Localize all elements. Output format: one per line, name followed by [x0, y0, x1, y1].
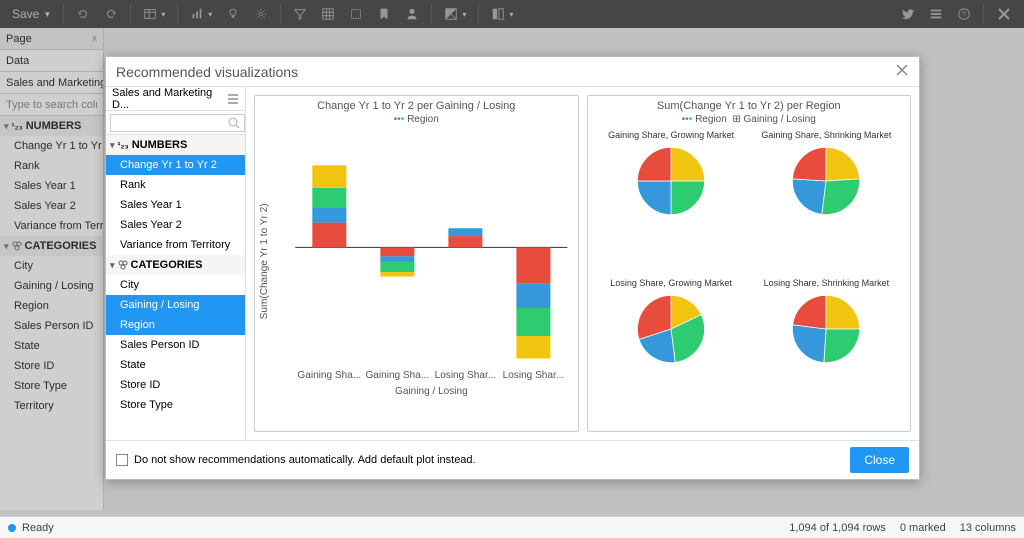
column-item[interactable]: Store ID	[106, 375, 245, 395]
svg-text:Gaining / Losing: Gaining / Losing	[395, 386, 468, 397]
suppress-recommendations-checkbox[interactable]: Do not show recommendations automaticall…	[116, 454, 476, 466]
modal-close-icon[interactable]	[895, 63, 909, 80]
close-button[interactable]: Close	[850, 447, 909, 473]
column-item[interactable]: Store Type	[106, 395, 245, 415]
recommendations-modal: Recommended visualizations Sales and Mar…	[105, 56, 920, 480]
column-item[interactable]: Sales Person ID	[106, 335, 245, 355]
row-count: 1,094 of 1,094 rows	[789, 522, 886, 534]
status-indicator-icon	[8, 524, 16, 532]
modal-source[interactable]: Sales and Marketing D...	[106, 87, 245, 111]
column-item[interactable]: Gaining / Losing	[106, 295, 245, 315]
modal-column-list: Sales and Marketing D... ¹₂₃NUMBERS Chan…	[106, 87, 246, 440]
modal-search[interactable]	[106, 111, 245, 135]
search-icon	[227, 116, 241, 130]
column-count: 13 columns	[960, 522, 1016, 534]
modal-title: Recommended visualizations	[116, 64, 298, 80]
column-item[interactable]: Rank	[106, 175, 245, 195]
column-item[interactable]: Variance from Territory	[106, 235, 245, 255]
svg-text:Losing Shar...: Losing Shar...	[503, 370, 565, 381]
svg-text:Sum(Change Yr 1 to Yr 2): Sum(Change Yr 1 to Yr 2)	[259, 203, 270, 319]
svg-text:Losing Shar...: Losing Shar...	[435, 370, 497, 381]
column-item[interactable]: Change Yr 1 to Yr 2	[106, 155, 245, 175]
column-item[interactable]: Sales Year 2	[106, 215, 245, 235]
status-text: Ready	[22, 522, 54, 534]
column-item[interactable]: City	[106, 275, 245, 295]
modal-header: Recommended visualizations	[106, 57, 919, 87]
column-item[interactable]: State	[106, 355, 245, 375]
column-item[interactable]: Region	[106, 315, 245, 335]
modal-numbers-header[interactable]: ¹₂₃NUMBERS	[106, 135, 245, 155]
status-bar: Ready 1,094 of 1,094 rows 0 marked 13 co…	[0, 516, 1024, 538]
marked-count: 0 marked	[900, 522, 946, 534]
svg-text:Gaining Sha...: Gaining Sha...	[297, 370, 361, 381]
column-item[interactable]: Sales Year 1	[106, 195, 245, 215]
modal-categories-header[interactable]: CATEGORIES	[106, 255, 245, 275]
recommended-chart-bar[interactable]: Change Yr 1 to Yr 2 per Gaining / Losing…	[254, 95, 579, 432]
recommended-chart-pie[interactable]: Sum(Change Yr 1 to Yr 2) per Region ••• …	[587, 95, 912, 432]
hamburger-icon[interactable]	[227, 93, 239, 105]
svg-text:Gaining Sha...: Gaining Sha...	[365, 370, 429, 381]
